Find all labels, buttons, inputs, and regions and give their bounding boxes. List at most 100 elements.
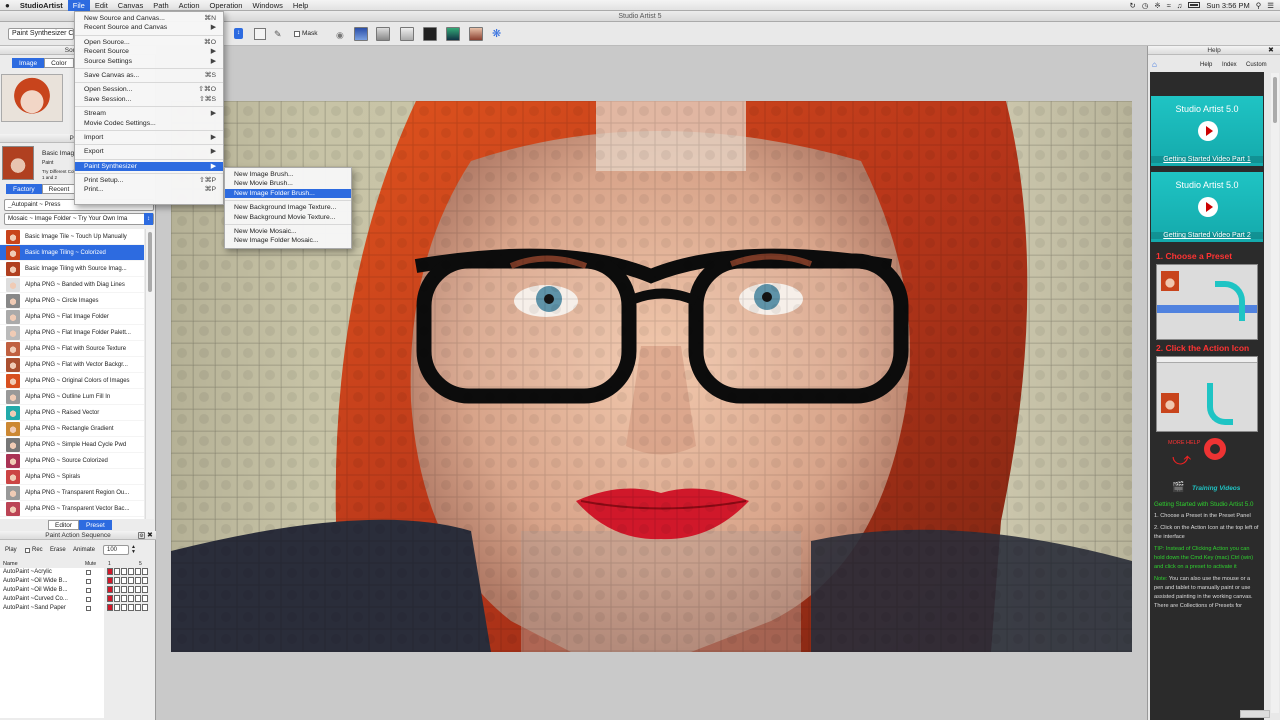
- source-image-thumbnail[interactable]: [1, 74, 63, 122]
- preset-list-item[interactable]: Alpha PNG ~ Transparent Region Ou...: [0, 485, 144, 501]
- source-thumb-4[interactable]: [423, 27, 437, 41]
- preset-list-item[interactable]: Alpha PNG ~ Flat with Source Texture: [0, 341, 144, 357]
- timeline-cell[interactable]: [114, 577, 120, 584]
- help-nav-help[interactable]: Help: [1200, 62, 1212, 68]
- source-thumb-3[interactable]: [400, 27, 414, 41]
- animate-stepper[interactable]: ▲ ▼: [131, 545, 137, 555]
- timeline-cell[interactable]: [107, 577, 113, 584]
- timeline-cell[interactable]: [114, 586, 120, 593]
- clock-text[interactable]: Sun 3:56 PM: [1206, 1, 1249, 10]
- timeline-cell[interactable]: [128, 568, 134, 575]
- timeline-cell[interactable]: [128, 595, 134, 602]
- menu-canvas[interactable]: Canvas: [113, 0, 148, 11]
- menu-help[interactable]: Help: [288, 0, 313, 11]
- help-nav-custom[interactable]: Custom: [1246, 62, 1267, 68]
- preset-list-scrollbar[interactable]: [145, 229, 154, 519]
- pas-settings-icon[interactable]: ⚙: [138, 532, 145, 539]
- menu-item[interactable]: New Background Image Texture...: [225, 203, 351, 212]
- timeline-cell[interactable]: [121, 604, 127, 611]
- menu-item[interactable]: New Movie Brush...: [225, 179, 351, 188]
- timeline-cell[interactable]: [135, 595, 141, 602]
- timeline-cell[interactable]: [107, 604, 113, 611]
- tab-editor[interactable]: Editor: [48, 520, 79, 530]
- tab-image[interactable]: Image: [12, 58, 45, 68]
- pas-row[interactable]: AutoPaint ~Oil Wide B...: [0, 586, 104, 595]
- training-videos-label[interactable]: Training Videos: [1192, 485, 1240, 492]
- preset-list-item[interactable]: Alpha PNG ~ Circle Images: [0, 293, 144, 309]
- preset-list-item[interactable]: Alpha PNG ~ Spirals: [0, 469, 144, 485]
- bucket-icon[interactable]: ◉: [336, 30, 344, 41]
- help-scrollbar-thumb[interactable]: [1273, 77, 1277, 123]
- menu-list-icon[interactable]: ☰: [1267, 1, 1274, 10]
- menu-item[interactable]: Open Session... ⇧⌘O: [75, 85, 223, 94]
- timeline-cell[interactable]: [107, 586, 113, 593]
- mask-checkbox[interactable]: [294, 31, 300, 37]
- menu-item[interactable]: New Source and Canvas... ⌘N: [75, 14, 223, 23]
- mute-checkbox[interactable]: [86, 570, 91, 575]
- pas-timeline-grid[interactable]: [107, 568, 151, 614]
- tab-preset[interactable]: Preset: [78, 520, 112, 530]
- pas-row[interactable]: AutoPaint ~Curved Co...: [0, 595, 104, 604]
- timeline-cell[interactable]: [142, 586, 148, 593]
- menu-item[interactable]: Save Canvas as... ⌘S: [75, 71, 223, 80]
- scrollbar-thumb[interactable]: [148, 232, 152, 292]
- timeline-cell[interactable]: [107, 595, 113, 602]
- menu-item[interactable]: Import ▶: [75, 133, 223, 142]
- menu-item[interactable]: New Image Folder Mosaic...: [225, 236, 351, 245]
- timeline-cell[interactable]: [121, 577, 127, 584]
- wifi-icon[interactable]: ≈: [1167, 1, 1171, 10]
- pas-row[interactable]: AutoPaint ~Oil Wide B...: [0, 577, 104, 586]
- video1-link[interactable]: Getting Started Video Part 1: [1151, 156, 1263, 163]
- menu-item[interactable]: New Image Folder Brush...: [225, 188, 351, 199]
- mute-checkbox[interactable]: [86, 597, 91, 602]
- menu-edit[interactable]: Edit: [90, 0, 113, 11]
- animate-value-input[interactable]: 100: [103, 545, 129, 555]
- pas-close-icon[interactable]: ✖: [147, 532, 153, 539]
- preset-subcategory-select[interactable]: Mosaic ~ Image Folder ~ Try Your Own Ima: [4, 213, 154, 225]
- play-icon[interactable]: [1198, 197, 1218, 217]
- preset-list-item[interactable]: Alpha PNG ~ Source Colorized: [0, 453, 144, 469]
- menu-item[interactable]: Export ▶: [75, 147, 223, 156]
- bluetooth-icon[interactable]: ※: [1154, 1, 1160, 10]
- timeline-cell[interactable]: [135, 604, 141, 611]
- help-scrollbar[interactable]: [1271, 73, 1279, 713]
- video-card-part2[interactable]: Studio Artist 5.0 Getting Started Video …: [1151, 172, 1263, 242]
- menu-item[interactable]: Movie Codec Settings...: [75, 119, 223, 128]
- menu-item[interactable]: Open Source... ⌘O: [75, 38, 223, 47]
- video2-link[interactable]: Getting Started Video Part 2: [1151, 232, 1263, 239]
- preset-list-item[interactable]: Basic Image Tiling ~ Colorized: [0, 245, 144, 261]
- preset-list-item[interactable]: Alpha PNG ~ Transparent Vector Bac...: [0, 501, 144, 517]
- preset-list-item[interactable]: Basic Image Tiling with Source Imag...: [0, 261, 144, 277]
- help-close-icon[interactable]: ✖: [1268, 47, 1274, 54]
- timeline-cell[interactable]: [142, 568, 148, 575]
- preset-list-item[interactable]: Alpha PNG ~ Outline Lum Fill In: [0, 389, 144, 405]
- apple-icon[interactable]: ●: [0, 0, 15, 11]
- source-thumb-1[interactable]: [354, 27, 368, 41]
- menu-item[interactable]: New Movie Mosaic...: [225, 227, 351, 236]
- timeline-cell[interactable]: [121, 568, 127, 575]
- menu-item[interactable]: Save Session... ⇧⌘S: [75, 95, 223, 104]
- source-thumb-6[interactable]: [469, 27, 483, 41]
- menu-item[interactable]: Paint Synthesizer ▶: [75, 161, 223, 172]
- search-icon[interactable]: ⚲: [1256, 1, 1262, 10]
- mute-checkbox[interactable]: [86, 588, 91, 593]
- timeline-cell[interactable]: [107, 568, 113, 575]
- timeline-cell[interactable]: [121, 595, 127, 602]
- timeline-cell[interactable]: [142, 604, 148, 611]
- menu-app[interactable]: StudioArtist: [15, 0, 68, 11]
- menu-action[interactable]: Action: [174, 0, 205, 11]
- mute-checkbox[interactable]: [86, 606, 91, 611]
- sync-icon[interactable]: ↻: [1130, 1, 1136, 10]
- source-thumb-5[interactable]: [446, 27, 460, 41]
- synth-select[interactable]: Paint Synthesizer Cl: [8, 28, 74, 40]
- timeline-cell[interactable]: [135, 577, 141, 584]
- menu-path[interactable]: Path: [148, 0, 173, 11]
- mute-checkbox[interactable]: [86, 579, 91, 584]
- preset-list-item[interactable]: Alpha PNG ~ Raised Vector: [0, 405, 144, 421]
- timeline-cell[interactable]: [121, 586, 127, 593]
- tab-recent[interactable]: Recent: [41, 184, 77, 194]
- preset-list-item[interactable]: Alpha PNG ~ Flat with Vector Backgr...: [0, 357, 144, 373]
- menu-item[interactable]: New Image Brush...: [225, 170, 351, 179]
- preset-list-item[interactable]: Alpha PNG ~ Simple Head Cycle Pwd: [0, 437, 144, 453]
- menu-file[interactable]: File: [67, 0, 90, 11]
